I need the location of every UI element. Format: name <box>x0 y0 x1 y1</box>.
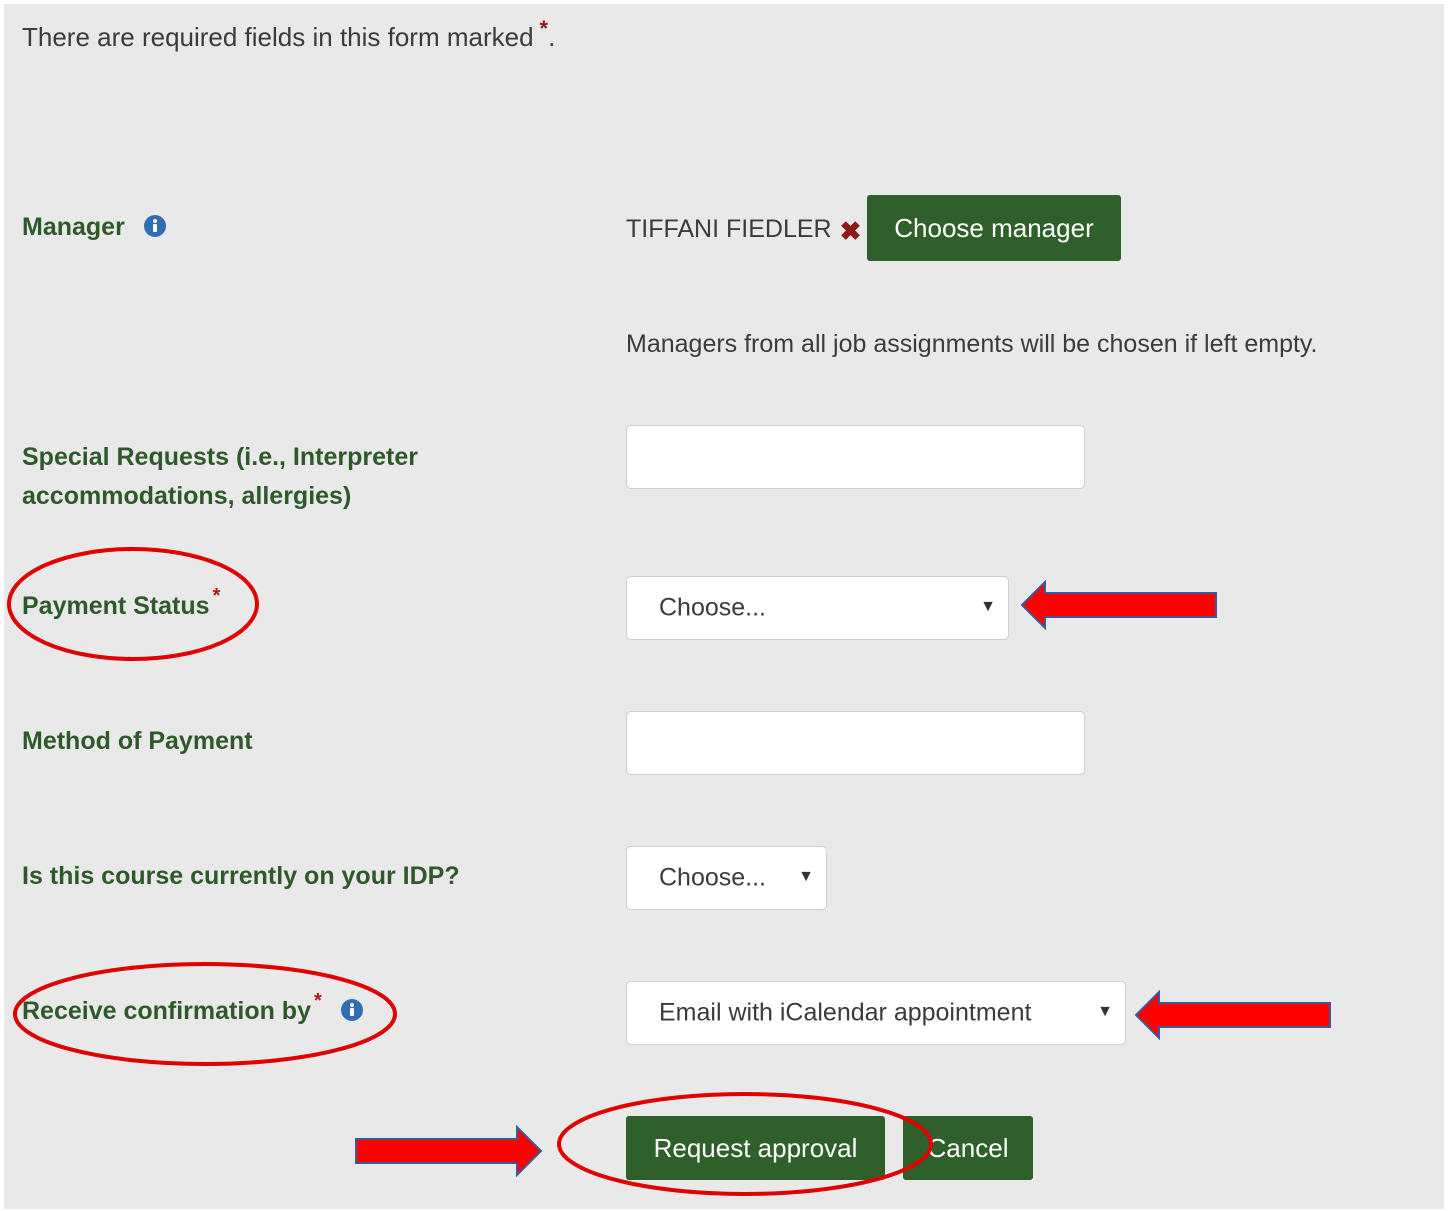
notice-text: There are required fields in this form m… <box>22 22 534 52</box>
payment-status-label-text: Payment Status <box>22 592 210 620</box>
confirmation-label: Receive confirmation by * <box>22 990 363 1026</box>
caret-down-icon: ▼ <box>980 598 996 616</box>
cancel-button[interactable]: Cancel <box>903 1116 1033 1180</box>
choose-manager-label: Choose manager <box>894 212 1094 243</box>
payment-status-select[interactable]: Choose... ▼ <box>626 576 1009 640</box>
request-approval-label: Request approval <box>653 1132 858 1163</box>
caret-down-icon: ▼ <box>1097 1003 1113 1021</box>
idp-select[interactable]: Choose... ▼ <box>626 846 827 910</box>
confirmation-label-text: Receive confirmation by <box>22 997 311 1025</box>
info-icon[interactable] <box>143 215 166 238</box>
required-marker: * <box>212 585 221 607</box>
required-fields-notice: There are required fields in this form m… <box>22 16 556 53</box>
payment-status-value: Choose... <box>659 593 767 622</box>
manager-label-text: Manager <box>22 213 125 241</box>
choose-manager-button[interactable]: Choose manager <box>867 195 1121 261</box>
notice-period: . <box>548 22 556 52</box>
special-requests-label: Special Requests (i.e., Interpreter acco… <box>22 443 418 510</box>
manager-label: Manager <box>22 213 166 242</box>
confirmation-select[interactable]: Email with iCalendar appointment ▼ <box>626 981 1126 1045</box>
required-marker: * <box>313 990 322 1012</box>
method-of-payment-input[interactable] <box>626 711 1085 775</box>
method-of-payment-label: Method of Payment <box>22 727 253 755</box>
caret-down-icon: ▼ <box>798 868 814 886</box>
info-icon[interactable] <box>340 999 363 1022</box>
close-icon[interactable]: ✖ <box>840 216 862 246</box>
cancel-label: Cancel <box>927 1132 1009 1163</box>
idp-label: Is this course currently on your IDP? <box>22 862 460 890</box>
idp-value: Choose... <box>659 863 767 892</box>
required-marker: * <box>539 16 549 41</box>
special-requests-input[interactable] <box>626 425 1085 489</box>
selected-manager: TIFFANI FIEDLER ✖ <box>626 213 862 246</box>
request-approval-button[interactable]: Request approval <box>626 1116 885 1180</box>
manager-name: TIFFANI FIEDLER <box>626 215 832 243</box>
manager-hint: Managers from all job assignments will b… <box>626 330 1318 358</box>
payment-status-label: Payment Status * <box>22 585 220 621</box>
confirmation-value: Email with iCalendar appointment <box>659 998 1032 1027</box>
